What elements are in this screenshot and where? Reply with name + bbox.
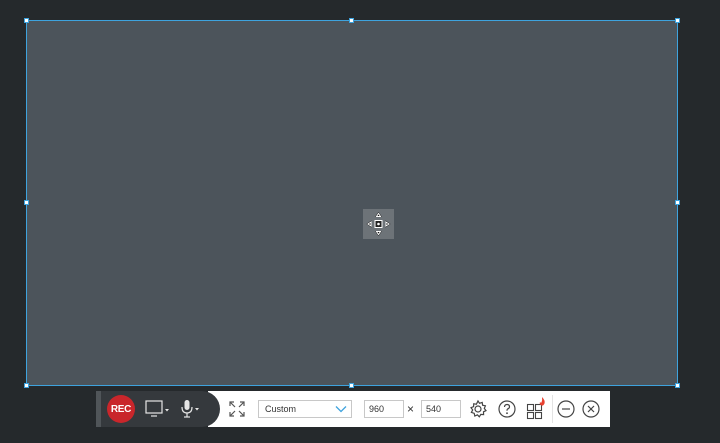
close-button[interactable] bbox=[581, 399, 601, 419]
minimize-icon bbox=[557, 400, 575, 418]
resize-handle-right[interactable] bbox=[675, 200, 680, 205]
settings-button[interactable] bbox=[468, 399, 488, 419]
resize-handle-bottom-left[interactable] bbox=[24, 383, 29, 388]
recorder-toolbar: REC Custom 960 × 540 bbox=[96, 391, 610, 427]
audio-source-button[interactable] bbox=[178, 398, 204, 420]
gear-icon bbox=[470, 399, 487, 418]
height-input[interactable] bbox=[421, 400, 461, 418]
toolbar-record-panel: REC bbox=[96, 391, 220, 427]
screen-source-button[interactable] bbox=[144, 399, 172, 419]
fullscreen-button[interactable] bbox=[226, 399, 248, 419]
minimize-button[interactable] bbox=[556, 399, 576, 419]
fullscreen-icon bbox=[229, 401, 245, 417]
close-icon bbox=[582, 400, 600, 418]
capture-area[interactable] bbox=[26, 20, 678, 386]
toolbar-divider bbox=[552, 395, 553, 423]
resize-handle-bottom-right[interactable] bbox=[675, 383, 680, 388]
screen-icon bbox=[145, 400, 169, 417]
help-button[interactable] bbox=[497, 399, 517, 419]
resize-handle-top-right[interactable] bbox=[675, 18, 680, 23]
microphone-icon bbox=[181, 400, 199, 418]
dimension-separator: × bbox=[407, 402, 415, 416]
resize-handle-top[interactable] bbox=[349, 18, 354, 23]
aspect-ratio-select[interactable]: Custom bbox=[258, 400, 352, 418]
resize-handle-left[interactable] bbox=[24, 200, 29, 205]
aspect-ratio-value: Custom bbox=[265, 404, 297, 414]
move-icon[interactable] bbox=[363, 209, 394, 239]
apps-button[interactable] bbox=[525, 396, 547, 420]
help-icon bbox=[498, 400, 516, 418]
rec-button[interactable]: REC bbox=[107, 395, 135, 423]
chevron-down-icon bbox=[335, 406, 347, 413]
resize-handle-bottom[interactable] bbox=[349, 383, 354, 388]
apps-icon bbox=[526, 397, 545, 420]
resize-handle-top-left[interactable] bbox=[24, 18, 29, 23]
width-input[interactable] bbox=[364, 400, 404, 418]
